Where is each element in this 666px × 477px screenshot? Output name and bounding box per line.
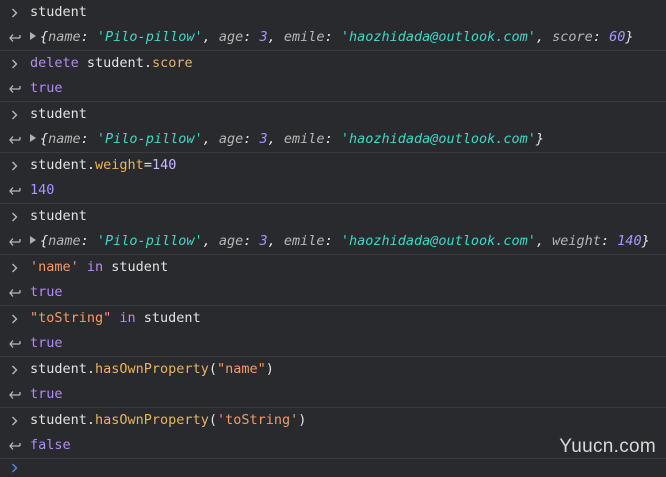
console-output-line: true (0, 76, 666, 101)
chevron-right-icon (8, 153, 22, 178)
return-arrow-icon (8, 229, 22, 254)
console-output-line: true (0, 331, 666, 356)
return-arrow-icon (8, 433, 22, 458)
console-output-line: {name: 'Pilo-pillow', age: 3, emile: 'ha… (0, 127, 666, 152)
input-text: student (30, 208, 87, 224)
chevron-right-icon (8, 204, 22, 229)
console-input-line[interactable]: 'name' in student (0, 255, 666, 280)
console-entry: student {name: 'Pilo-pillow', age: 3, em… (0, 102, 666, 153)
chevron-right-icon (8, 102, 22, 127)
input-text: student (30, 106, 87, 122)
return-arrow-icon (8, 280, 22, 305)
console-output-line: {name: 'Pilo-pillow', age: 3, emile: 'ha… (0, 229, 666, 254)
chevron-right-icon (8, 0, 22, 25)
result-value: false (30, 437, 71, 453)
return-arrow-icon (8, 178, 22, 203)
console-entry: student {name: 'Pilo-pillow', age: 3, em… (0, 204, 666, 255)
console-input-line[interactable]: student (0, 102, 666, 127)
object-preview[interactable]: {name: 'Pilo-pillow', age: 3, emile: 'ha… (40, 131, 544, 147)
input-text: student (30, 4, 87, 20)
chevron-right-icon (8, 357, 22, 382)
chevron-right-icon (8, 459, 22, 477)
object-preview[interactable]: {name: 'Pilo-pillow', age: 3, emile: 'ha… (40, 29, 633, 45)
watermark: Yuucn.com (559, 436, 656, 457)
delete-keyword: delete (30, 55, 79, 71)
result-value: true (30, 80, 63, 96)
console-input-line[interactable]: student.hasOwnProperty('toString') (0, 408, 666, 433)
console-entry: student {name: 'Pilo-pillow', age: 3, em… (0, 0, 666, 51)
console-output-line: true (0, 280, 666, 305)
console-input-line[interactable]: student.hasOwnProperty("name") (0, 357, 666, 382)
console-prompt[interactable] (0, 459, 666, 477)
console-input-line[interactable]: student.weight=140 (0, 153, 666, 178)
result-value: 140 (30, 182, 55, 198)
chevron-right-icon (8, 255, 22, 280)
console-output-line: {name: 'Pilo-pillow', age: 3, emile: 'ha… (0, 25, 666, 50)
console-entry: 'name' in student true (0, 255, 666, 306)
console-entry: student.weight=140 140 (0, 153, 666, 204)
console-input-line[interactable]: "toString" in student (0, 306, 666, 331)
expand-triangle-icon[interactable] (30, 236, 36, 244)
object-preview[interactable]: {name: 'Pilo-pillow', age: 3, emile: 'ha… (40, 233, 650, 249)
result-value: true (30, 284, 63, 300)
console-output-line: true (0, 382, 666, 407)
expand-triangle-icon[interactable] (30, 134, 36, 142)
result-value: true (30, 335, 63, 351)
chevron-right-icon (8, 306, 22, 331)
devtools-console: student {name: 'Pilo-pillow', age: 3, em… (0, 0, 666, 473)
console-output-line: 140 (0, 178, 666, 203)
return-arrow-icon (8, 382, 22, 407)
console-entry: delete student.score true (0, 51, 666, 102)
console-entry: student.hasOwnProperty("name") true (0, 357, 666, 408)
return-arrow-icon (8, 25, 22, 50)
console-entry: "toString" in student true (0, 306, 666, 357)
console-input-line[interactable]: student (0, 0, 666, 25)
return-arrow-icon (8, 331, 22, 356)
expand-triangle-icon[interactable] (30, 32, 36, 40)
chevron-right-icon (8, 51, 22, 76)
return-arrow-icon (8, 76, 22, 101)
console-input-line[interactable]: student (0, 204, 666, 229)
chevron-right-icon (8, 408, 22, 433)
return-arrow-icon (8, 127, 22, 152)
console-input-line[interactable]: delete student.score (0, 51, 666, 76)
result-value: true (30, 386, 63, 402)
